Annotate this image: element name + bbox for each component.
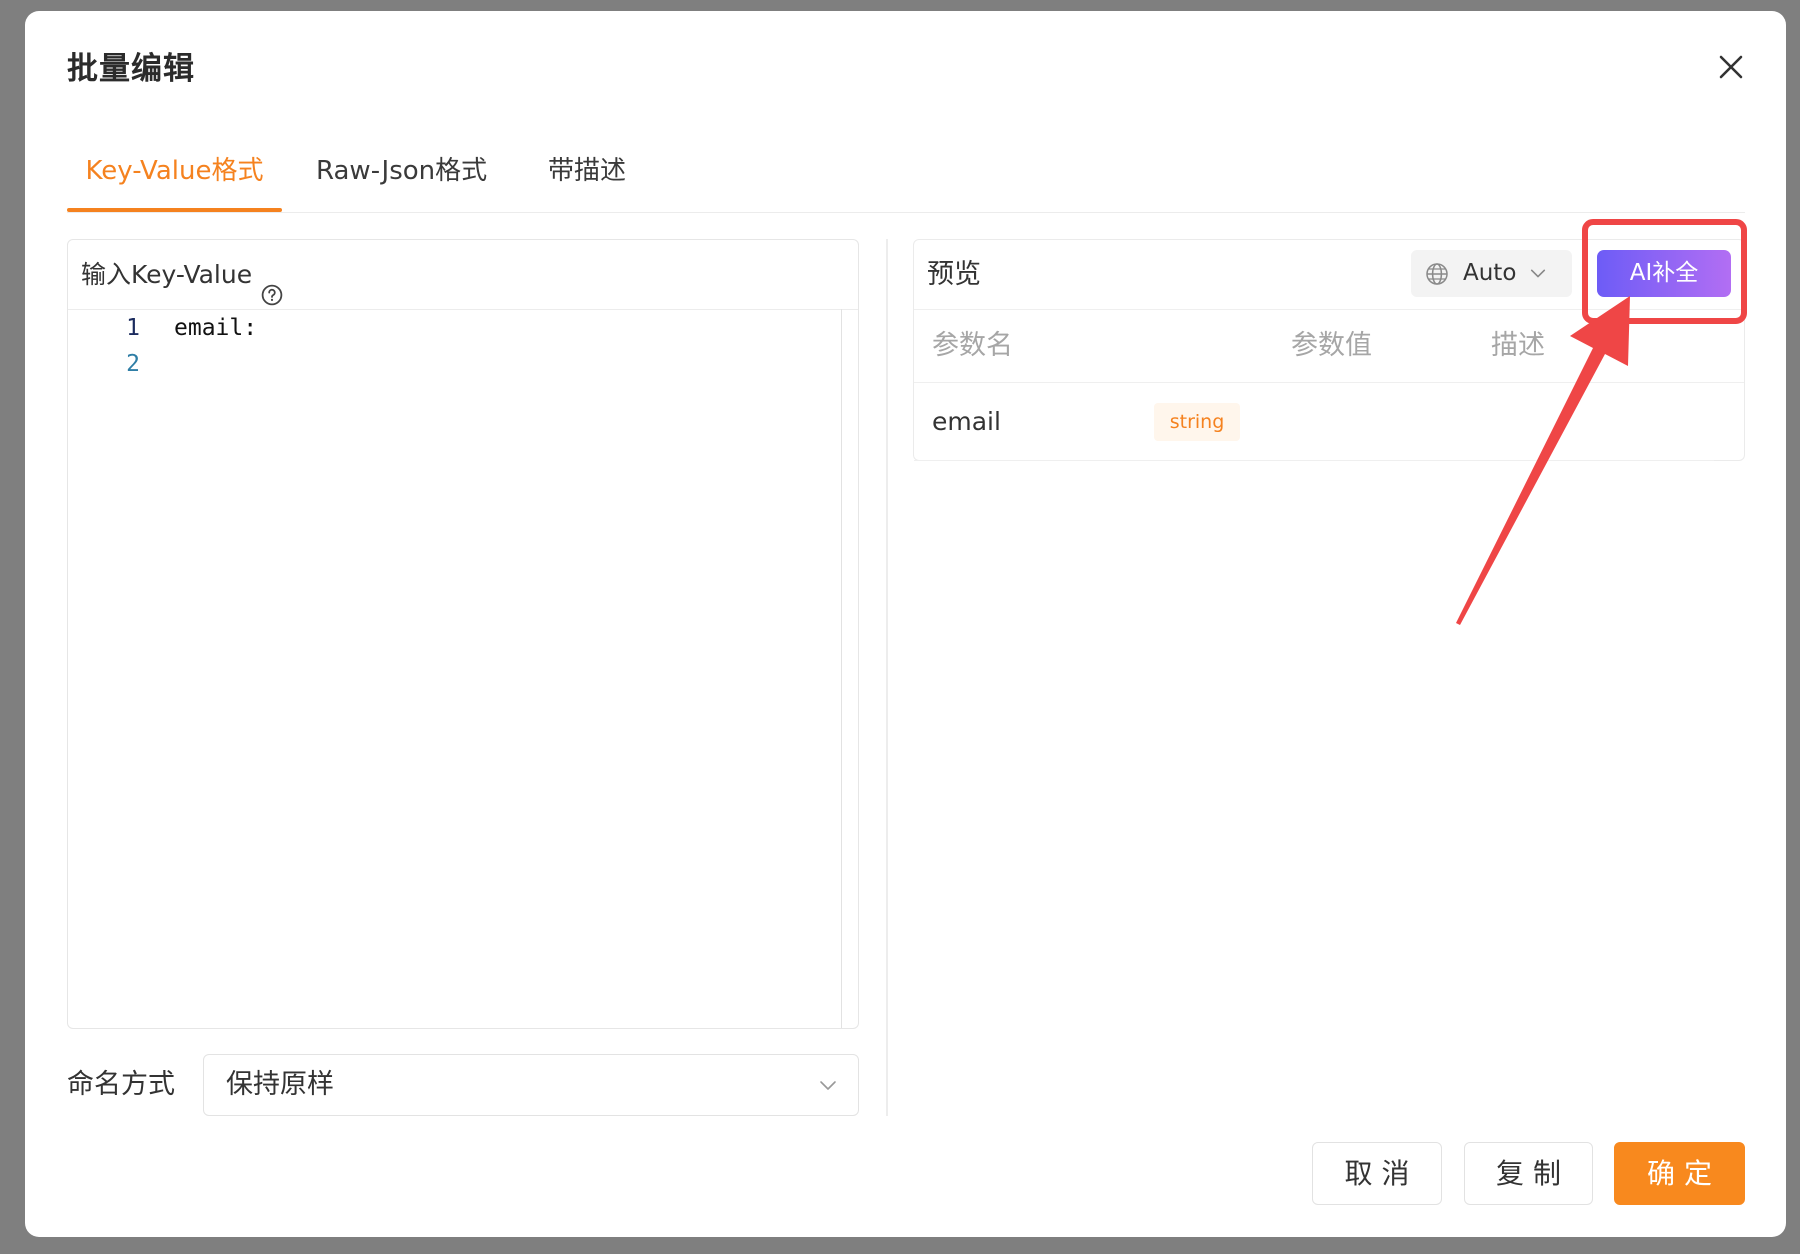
globe-icon xyxy=(1425,262,1449,286)
question-circle-icon[interactable] xyxy=(261,284,283,306)
param-name-cell: email xyxy=(932,383,1001,460)
close-icon[interactable] xyxy=(1715,51,1747,83)
editor-line[interactable]: 2 xyxy=(68,346,858,382)
editor-scrollbar[interactable] xyxy=(841,309,842,1028)
language-select-value: Auto xyxy=(1463,250,1516,297)
key-value-input-panel: 输入Key-Value 1 email: 2 xyxy=(67,239,859,1029)
preview-panel: 预览 Auto AI补全 参数名 参数值 描述 email string xyxy=(913,239,1745,461)
editor-line[interactable]: 1 email: xyxy=(68,310,858,346)
active-tab-indicator xyxy=(67,208,282,212)
tab-raw-json[interactable]: Raw-Json格式 xyxy=(316,140,487,206)
help-button[interactable] xyxy=(261,263,283,285)
copy-button[interactable]: 复 制 xyxy=(1464,1142,1593,1205)
panel-divider xyxy=(886,239,888,1116)
cancel-button[interactable]: 取 消 xyxy=(1312,1142,1442,1205)
chevron-down-icon xyxy=(818,1075,838,1095)
line-number: 1 xyxy=(68,310,140,346)
tab-key-value[interactable]: Key-Value格式 xyxy=(67,140,282,206)
input-panel-header: 输入Key-Value xyxy=(68,240,858,310)
input-panel-title: 输入Key-Value xyxy=(81,260,252,289)
batch-edit-dialog: 批量编辑 Key-Value格式 Raw-Json格式 带描述 输入Key-Va… xyxy=(25,11,1786,1237)
column-header-description: 描述 xyxy=(1491,310,1545,382)
tab-bar-divider xyxy=(67,212,1745,213)
type-badge: string xyxy=(1154,403,1240,441)
confirm-button[interactable]: 确 定 xyxy=(1614,1142,1745,1205)
table-row: email string xyxy=(914,383,1714,461)
dialog-title: 批量编辑 xyxy=(67,49,195,89)
chevron-down-icon xyxy=(1529,264,1547,282)
preview-title: 预览 xyxy=(927,240,981,310)
line-number: 2 xyxy=(68,346,140,382)
code-editor[interactable]: 1 email: 2 xyxy=(68,309,858,1028)
naming-style-label: 命名方式 xyxy=(67,1066,175,1104)
naming-style-value: 保持原样 xyxy=(226,1055,334,1115)
ai-complete-button[interactable]: AI补全 xyxy=(1597,250,1731,297)
column-header-param-value: 参数值 xyxy=(1291,310,1372,382)
language-select[interactable]: Auto xyxy=(1411,250,1572,297)
line-text[interactable]: email: xyxy=(174,310,257,346)
column-header-param-name: 参数名 xyxy=(932,310,1013,382)
close-button[interactable] xyxy=(1715,51,1747,83)
naming-style-select[interactable]: 保持原样 xyxy=(203,1054,859,1116)
preview-table-header: 参数名 参数值 描述 xyxy=(914,309,1744,383)
tab-with-description[interactable]: 带描述 xyxy=(548,140,626,206)
